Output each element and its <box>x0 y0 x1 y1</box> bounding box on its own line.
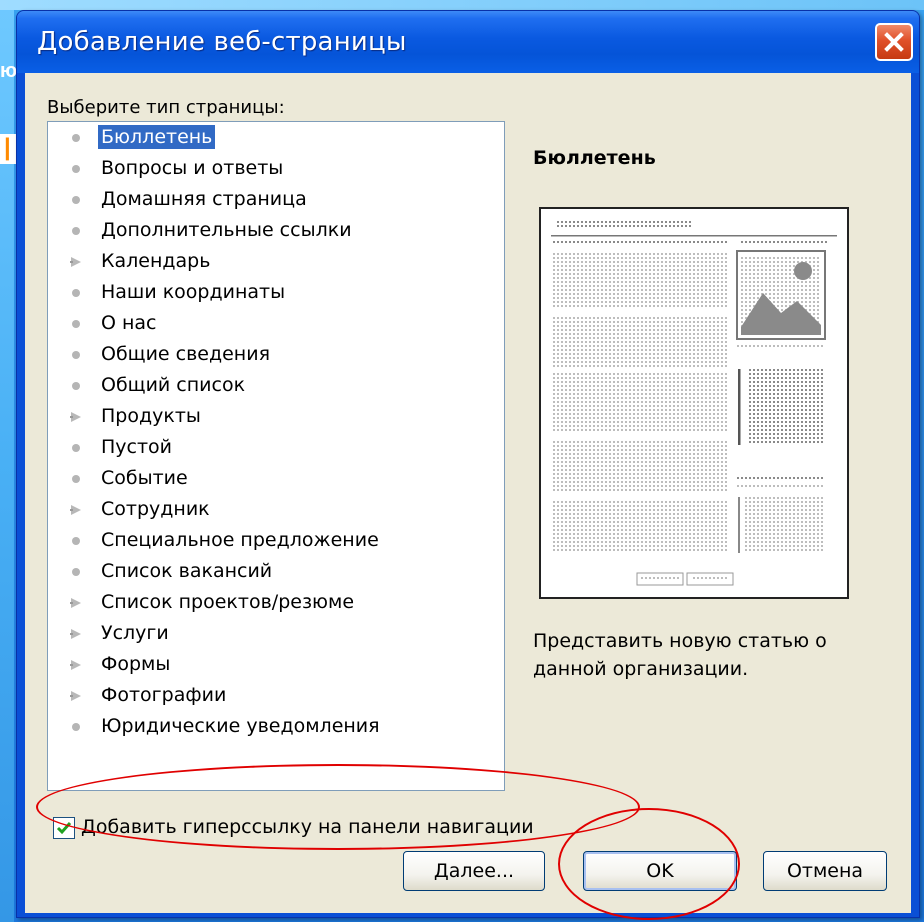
preview-title: Бюллетень <box>533 147 656 169</box>
triangle-bullet-icon <box>70 257 81 267</box>
list-item-page-type[interactable]: Пустой <box>48 432 504 463</box>
page-type-label: Общие сведения <box>101 343 271 365</box>
list-item-page-type[interactable]: Вопросы и ответы <box>48 153 504 184</box>
page-type-label: Сотрудник <box>101 498 210 520</box>
triangle-bullet-icon <box>70 412 81 422</box>
page-type-label: Общий список <box>101 374 246 396</box>
slide-background-top <box>0 0 924 10</box>
page-type-label: Домашняя страница <box>101 188 307 210</box>
list-item-page-type[interactable]: Общий список <box>48 370 504 401</box>
list-item-page-type[interactable]: Юридические уведомления <box>48 711 504 742</box>
triangle-bullet-icon <box>70 505 81 515</box>
page-type-label: Продукты <box>101 405 201 427</box>
dot-bullet-icon <box>72 568 80 576</box>
page-type-label: Юридические уведомления <box>101 715 380 737</box>
dialog-title: Добавление веб-страницы <box>37 27 407 57</box>
page-type-label: Специальное предложение <box>101 529 379 551</box>
close-button[interactable] <box>875 23 913 61</box>
triangle-bullet-icon <box>70 598 81 608</box>
page-type-label: О нас <box>101 312 157 334</box>
page-type-label: Список проектов/резюме <box>101 591 355 613</box>
page-type-label: Календарь <box>101 250 211 272</box>
list-item-page-type[interactable]: Продукты <box>48 401 504 432</box>
list-item-page-type[interactable]: Список проектов/резюме <box>48 587 504 618</box>
page-type-list[interactable]: Бюллетень Вопросы и ответы Домашняя страни… <box>47 121 505 791</box>
preview-description: Представить новую статью о данной органи… <box>533 630 827 680</box>
list-item-page-type[interactable]: Наши координаты <box>48 277 504 308</box>
list-item-page-type[interactable]: Календарь <box>48 246 504 277</box>
page-type-label: Пустой <box>101 436 173 458</box>
title-bar[interactable]: Добавление веб-страницы <box>17 11 919 73</box>
annotation-ellipse-ok <box>558 808 740 920</box>
list-item-page-type[interactable]: Услуги <box>48 618 504 649</box>
page-type-label: Событие <box>101 467 188 489</box>
page-preview-thumbnail <box>539 207 849 599</box>
page-type-label: Дополнительные ссылки <box>101 219 352 241</box>
page-type-label: Фотографии <box>101 684 227 706</box>
dot-bullet-icon <box>72 134 80 142</box>
annotation-ellipse-checkbox <box>36 764 640 850</box>
dot-bullet-icon <box>72 444 80 452</box>
page-type-label: Формы <box>101 653 171 675</box>
triangle-bullet-icon <box>70 660 81 670</box>
page-type-caption: Выберите тип страницы: <box>47 97 285 118</box>
list-item-page-type[interactable]: Формы <box>48 649 504 680</box>
list-item-page-type[interactable]: Бюллетень <box>48 122 504 153</box>
page-type-label: Вопросы и ответы <box>101 157 284 179</box>
dot-bullet-icon <box>72 723 80 731</box>
dot-bullet-icon <box>72 165 80 173</box>
list-item-page-type[interactable]: Список вакансий <box>48 556 504 587</box>
page-type-label: Услуги <box>101 622 169 644</box>
list-item-page-type[interactable]: Общие сведения <box>48 339 504 370</box>
dot-bullet-icon <box>72 320 80 328</box>
list-item-page-type[interactable]: Домашняя страница <box>48 184 504 215</box>
list-item-page-type[interactable]: Фотографии <box>48 680 504 711</box>
newsletter-preview-image <box>551 219 837 586</box>
list-item-page-type[interactable]: Сотрудник <box>48 494 504 525</box>
page-type-label: Наши координаты <box>101 281 286 303</box>
cancel-button[interactable]: Отмена <box>763 851 887 891</box>
dot-bullet-icon <box>72 537 80 545</box>
list-item-page-type[interactable]: Специальное предложение <box>48 525 504 556</box>
list-item-page-type[interactable]: О нас <box>48 308 504 339</box>
dot-bullet-icon <box>72 289 80 297</box>
triangle-bullet-icon <box>70 629 81 639</box>
dot-bullet-icon <box>72 196 80 204</box>
page-type-label: Бюллетень <box>98 125 216 149</box>
page-type-label: Список вакансий <box>101 560 273 582</box>
list-item-page-type[interactable]: Дополнительные ссылки <box>48 215 504 246</box>
dot-bullet-icon <box>72 351 80 359</box>
list-item-page-type[interactable]: Событие <box>48 463 504 494</box>
dot-bullet-icon <box>72 475 80 483</box>
dot-bullet-icon <box>72 382 80 390</box>
dot-bullet-icon <box>72 227 80 235</box>
close-icon <box>884 32 904 52</box>
next-button[interactable]: Далее... <box>403 851 545 891</box>
triangle-bullet-icon <box>70 691 81 701</box>
